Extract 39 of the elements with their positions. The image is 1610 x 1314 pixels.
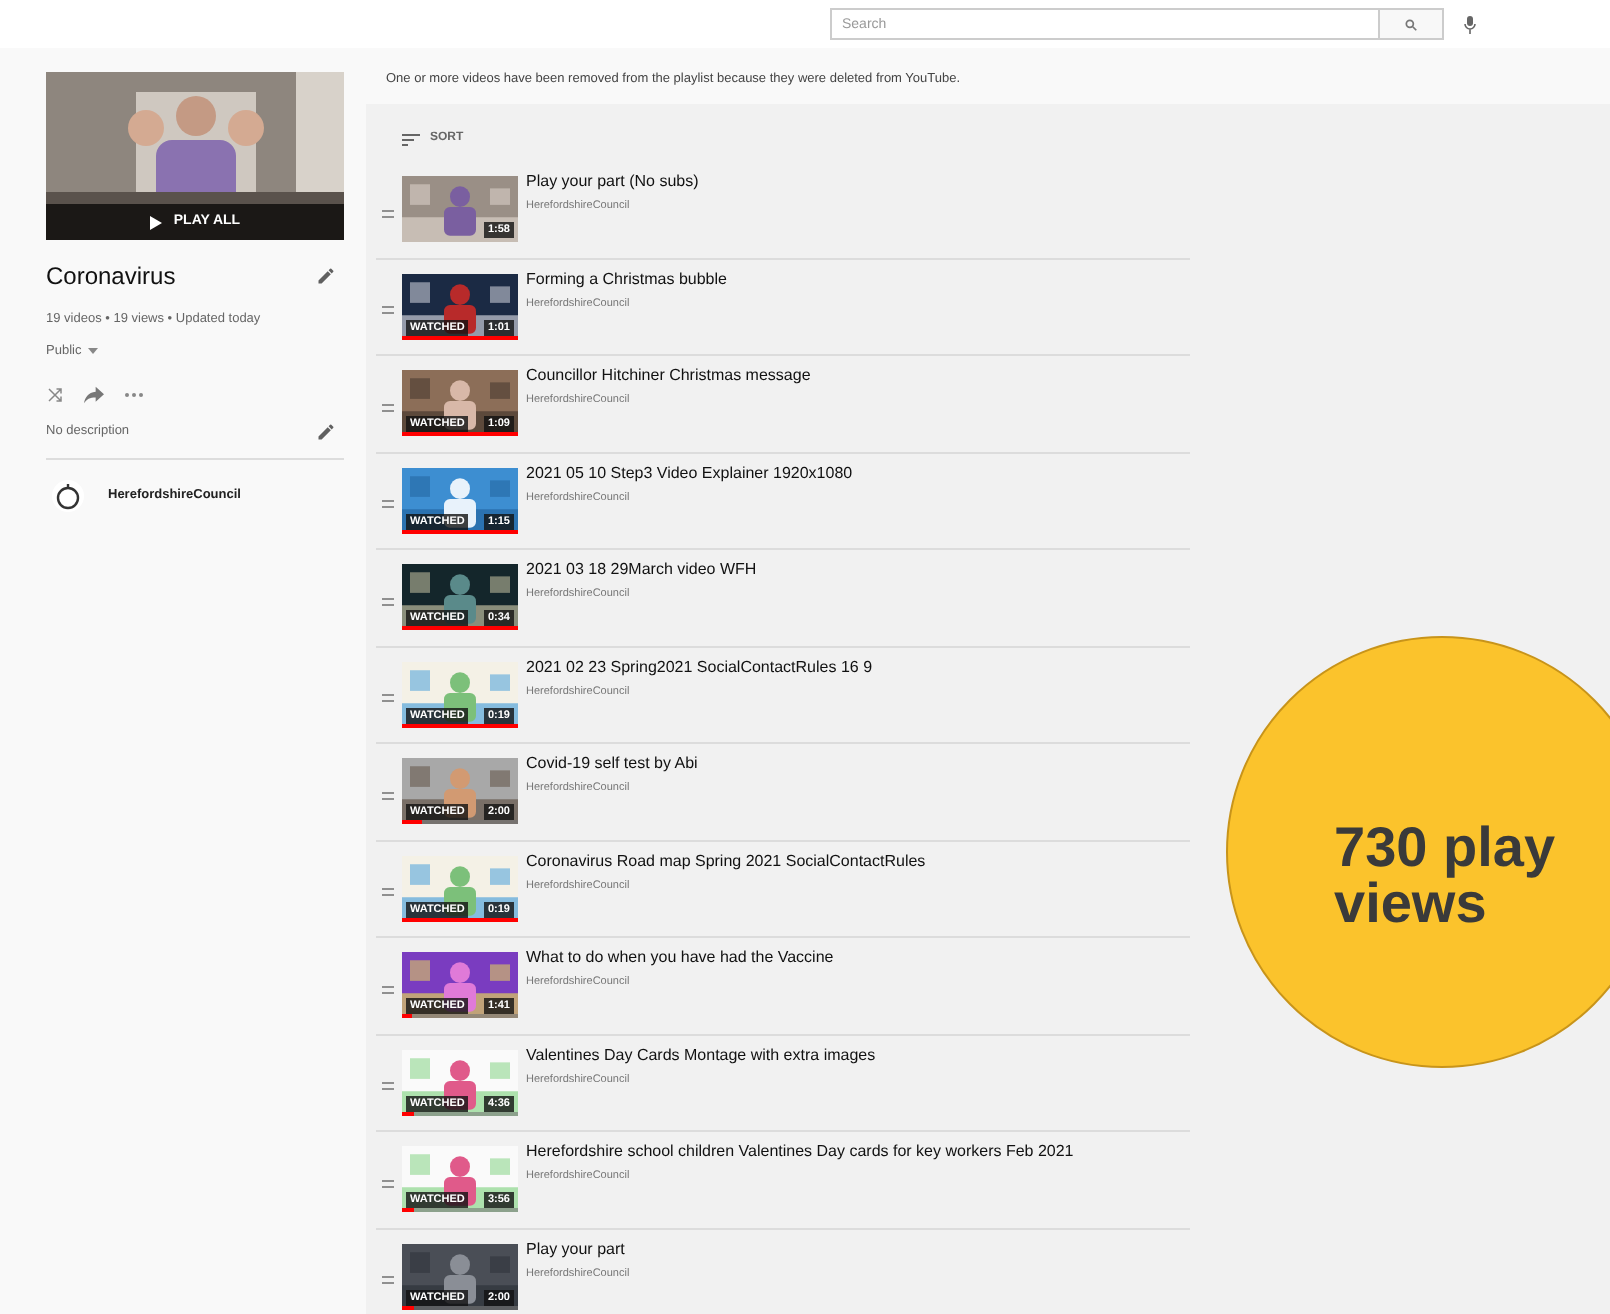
drag-handle-icon[interactable] <box>382 1276 394 1285</box>
share-icon[interactable] <box>84 385 104 403</box>
video-title[interactable]: Councillor Hitchiner Christmas message <box>526 366 811 386</box>
shuffle-icon[interactable] <box>46 385 64 403</box>
video-title[interactable]: What to do when you have had the Vaccine <box>526 948 834 968</box>
playlist-title: Coronavirus <box>46 260 176 294</box>
video-title[interactable]: 2021 02 23 Spring2021 SocialContactRules 16 9 <box>526 657 873 677</box>
video-title[interactable]: Play your part <box>526 1239 630 1259</box>
drag-handle-icon[interactable] <box>382 209 394 218</box>
drag-handle-icon[interactable] <box>382 403 394 412</box>
more-icon[interactable] <box>124 391 144 397</box>
video-title[interactable]: Play your part (No subs) <box>526 172 699 192</box>
callout-text: 730 play <box>1334 820 1556 876</box>
play-icon <box>149 215 162 229</box>
search-button[interactable] <box>1380 8 1444 40</box>
drag-handle-icon[interactable] <box>382 1082 394 1091</box>
video-title[interactable]: Herefordshire school children Valentines Day cards for key workers Feb 2021 <box>526 1142 1074 1162</box>
video-title[interactable]: 2021 03 18 29March video WFH <box>526 560 757 580</box>
microphone-icon[interactable] <box>1464 15 1476 33</box>
drag-handle-icon[interactable] <box>382 500 394 509</box>
drag-handle-icon[interactable] <box>382 597 394 606</box>
drag-handle-icon[interactable] <box>382 694 394 703</box>
drag-handle-icon[interactable] <box>382 1179 394 1188</box>
callout-text: views <box>1334 876 1487 932</box>
video-title[interactable]: Forming a Christmas bubble <box>526 269 727 289</box>
search-icon <box>1404 17 1418 31</box>
sort-icon <box>402 133 420 145</box>
video-title[interactable]: Covid-19 self test by Abi <box>526 754 698 774</box>
caret-icon <box>87 348 98 355</box>
drag-handle-icon[interactable] <box>382 791 394 800</box>
drag-handle-icon[interactable] <box>382 985 394 994</box>
drag-handle-icon[interactable] <box>382 888 394 897</box>
video-title[interactable]: 2021 05 10 Step3 Video Explainer 1920x1080 <box>526 463 853 483</box>
channel-avatar-icon[interactable] <box>52 479 84 511</box>
edit-icon[interactable] <box>316 421 336 441</box>
drag-handle-icon[interactable] <box>382 306 394 315</box>
video-title[interactable]: Valentines Day Cards Montage with extra images <box>526 1045 876 1065</box>
edit-icon[interactable] <box>316 266 336 286</box>
video-title[interactable]: Coronavirus Road map Spring 2021 SocialContactRules <box>526 851 926 871</box>
